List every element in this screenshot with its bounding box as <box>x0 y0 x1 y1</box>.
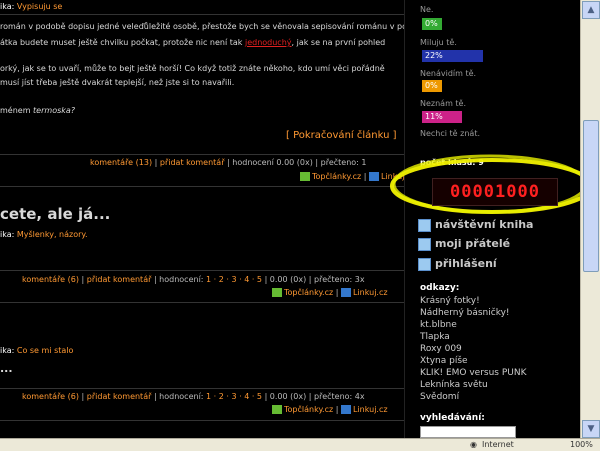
article2-category-link[interactable]: Myšlenky, názory. <box>17 230 88 239</box>
scroll-up-icon[interactable]: ▲ <box>582 1 600 19</box>
poll-option-label: Neznám tě. <box>420 99 467 108</box>
divider <box>0 186 404 187</box>
continue-reading-link[interactable]: [ Pokračování článku ] <box>286 130 397 141</box>
link-item[interactable]: Nádherný básničky! <box>420 307 527 319</box>
divider <box>0 420 404 421</box>
article1-text-line: átka budete muset ještě chvilku počkat, … <box>0 38 386 47</box>
poll-bar: 22% <box>422 50 483 62</box>
poll-option-label: Nechci tě znát. <box>420 129 480 138</box>
zoom-level[interactable]: 100% <box>570 439 593 451</box>
topclanky-icon <box>272 288 282 297</box>
search-input[interactable] <box>420 426 516 438</box>
snowflake-icon <box>418 237 431 251</box>
poll-option-label: Ne. <box>420 5 434 14</box>
article1-category-link[interactable]: Vypisuju se <box>17 2 62 11</box>
rating-links[interactable]: 1 · 2 · 3 · 4 · 5 <box>206 392 262 401</box>
topclanky-icon <box>300 172 310 181</box>
search-title: vyhledávání: <box>420 413 485 423</box>
add-comment-link[interactable]: přidat komentář <box>87 275 152 284</box>
article3-category-line: ika: Co se mi stalo <box>0 346 74 355</box>
article3-share: Topčlánky.cz | Linkuj.cz <box>272 405 388 414</box>
add-comment-link[interactable]: přidat komentář <box>87 392 152 401</box>
snowflake-icon <box>418 257 431 271</box>
zone-label: Internet <box>482 440 514 449</box>
main-content: ika: Vypisuju se román v podobě dopisu j… <box>0 0 427 438</box>
topclanky-link[interactable]: Topčlánky.cz <box>284 405 333 414</box>
poll-bar: 11% <box>422 111 462 123</box>
article2-title[interactable]: cete, ale já... <box>0 205 110 223</box>
article1-text-line: musí jíst třeba ještě dvakrát teplejší, … <box>0 78 235 87</box>
linkuj-icon <box>368 172 379 181</box>
topclanky-icon <box>272 405 282 414</box>
link-item[interactable]: Xtyna píše <box>420 355 527 367</box>
divider <box>0 14 404 15</box>
internet-zone-icon: ◉ <box>470 440 477 449</box>
links-list: Krásný fotky! Nádherný básničky! kt.blbn… <box>420 295 527 403</box>
snowflake-icon <box>418 218 431 232</box>
divider <box>0 302 404 303</box>
article1-category-line: ika: Vypisuju se <box>0 2 63 11</box>
article3-title-fragment: ... <box>0 362 13 375</box>
article1-inline-link[interactable]: jednoduchý <box>245 38 292 47</box>
link-item[interactable]: Krásný fotky! <box>420 295 527 307</box>
login-link[interactable]: přihlášení <box>418 257 497 271</box>
scrollbar-thumb[interactable] <box>583 120 599 272</box>
link-item[interactable]: Tlapka <box>420 331 527 343</box>
add-comment-link[interactable]: přidat komentář <box>160 158 225 167</box>
friends-link[interactable]: moji přátelé <box>418 237 510 251</box>
poll-bar: 0% <box>422 80 442 92</box>
linkuj-icon <box>340 405 351 414</box>
divider <box>0 388 404 389</box>
article2-category-line: ika: Myšlenky, názory. <box>0 230 88 239</box>
article1-text-line: román v podobě dopisu jedné veleďůležité… <box>0 22 427 31</box>
linkuj-link[interactable]: Linkuj.cz <box>353 288 388 297</box>
poll-option-label: Miluju tě. <box>420 38 457 47</box>
guestbook-link[interactable]: návštěvní kniha <box>418 218 533 232</box>
article2-meta: komentáře (6) | přidat komentář | hodnoc… <box>22 275 365 284</box>
link-item[interactable]: kt.blbne <box>420 319 527 331</box>
comments-link[interactable]: komentáře (13) <box>90 158 152 167</box>
link-item[interactable]: KLIK! EMO versus PUNK <box>420 367 527 379</box>
visitor-counter: 00001000 <box>432 178 558 206</box>
linkuj-link[interactable]: Linkuj.cz <box>353 405 388 414</box>
linkuj-icon <box>340 288 351 297</box>
article1-meta: komentáře (13) | přidat komentář | hodno… <box>90 158 367 167</box>
scroll-down-icon[interactable]: ▼ <box>582 420 600 438</box>
rating-links[interactable]: 1 · 2 · 3 · 4 · 5 <box>206 275 262 284</box>
article1-text-line: orký, jak se to uvaří, může to bejt ješt… <box>0 64 385 73</box>
article2-share: Topčlánky.cz | Linkuj.cz <box>272 288 388 297</box>
link-item[interactable]: Leknínka světu <box>420 379 527 391</box>
link-item[interactable]: Roxy 009 <box>420 343 527 355</box>
comments-link[interactable]: komentáře (6) <box>22 275 79 284</box>
poll-bar: 0% <box>422 18 442 30</box>
topclanky-link[interactable]: Topčlánky.cz <box>284 288 333 297</box>
status-bar: ◉ Internet 100% <box>0 438 600 451</box>
comments-link[interactable]: komentáře (6) <box>22 392 79 401</box>
poll-option-label: Nenávidím tě. <box>420 69 477 78</box>
article3-category-link[interactable]: Co se mi stalo <box>17 346 74 355</box>
link-item[interactable]: Svědomí <box>420 391 527 403</box>
divider <box>0 154 404 155</box>
links-title: odkazy: <box>420 283 460 293</box>
topclanky-link[interactable]: Topčlánky.cz <box>312 172 361 181</box>
divider <box>0 270 404 271</box>
article1-text-line: ménem termoska? <box>0 106 76 115</box>
article3-meta: komentáře (6) | přidat komentář | hodnoc… <box>22 392 365 401</box>
